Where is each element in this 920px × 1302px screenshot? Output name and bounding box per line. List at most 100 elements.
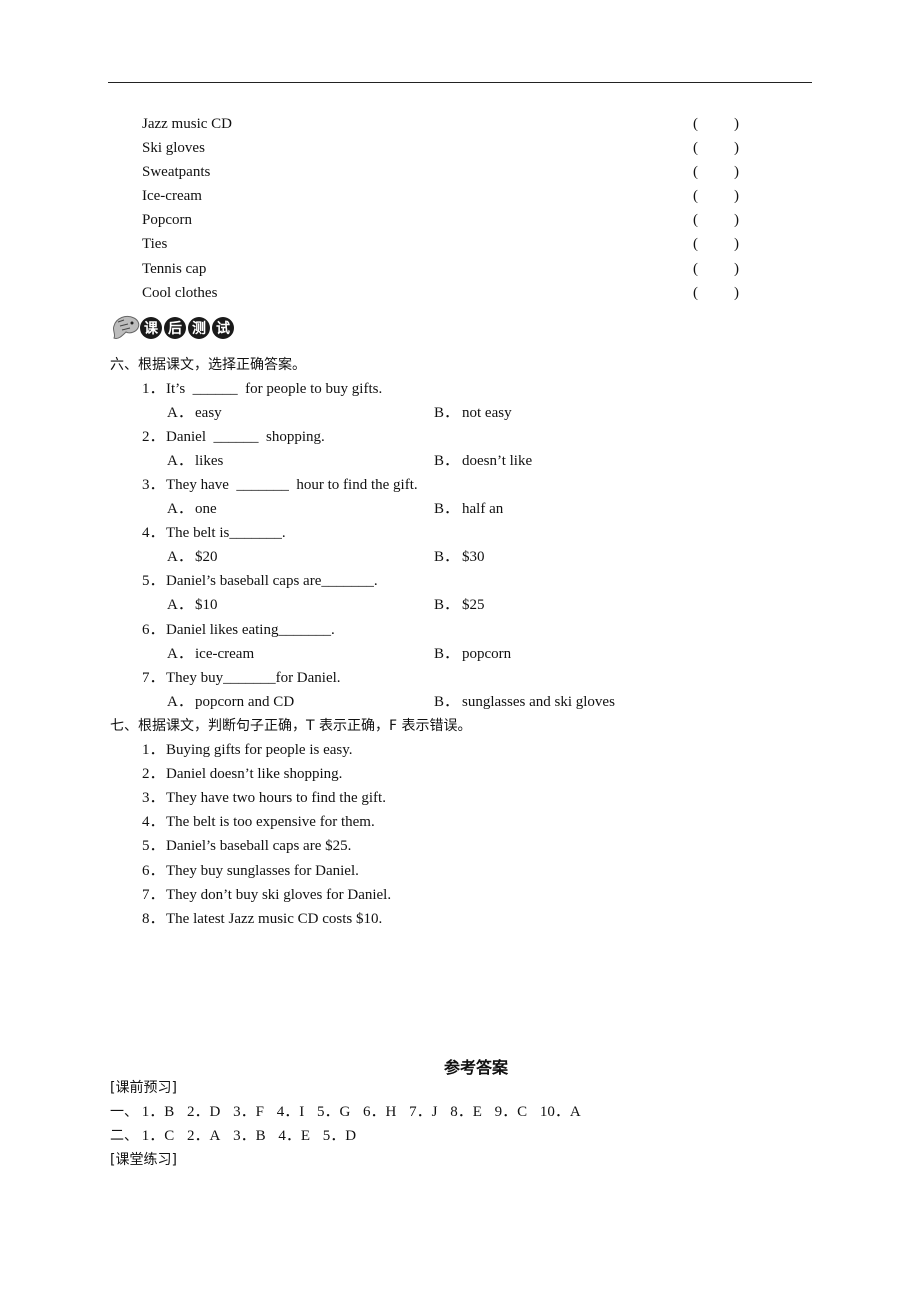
option-label: A． [167, 501, 193, 517]
option-text: popcorn and CD [195, 694, 295, 710]
statement: 8．The latest Jazz music CD costs $10. [142, 909, 382, 929]
close-paren: ) [734, 260, 739, 277]
row-prefix: 一、 [110, 1104, 138, 1120]
option-a[interactable]: A． $20 [167, 547, 218, 567]
option-b[interactable]: B． $30 [434, 547, 485, 567]
option-a[interactable]: A． popcorn and CD [167, 692, 294, 712]
open-paren: ( [693, 212, 698, 229]
option-a[interactable]: A． $10 [167, 595, 218, 615]
option-label: A． [167, 453, 193, 469]
answer-blank[interactable]: () [693, 210, 739, 230]
question-text: Daniel likes eating_______. [166, 622, 335, 638]
option-text: popcorn [462, 646, 512, 662]
option-label: B． [434, 646, 460, 662]
close-paren: ) [734, 236, 739, 253]
option-a[interactable]: A． ice-cream [167, 644, 254, 664]
answer-pair: 10．A [539, 1104, 581, 1120]
option-text: sunglasses and ski gloves [462, 694, 615, 710]
option-b[interactable]: B． not easy [434, 403, 512, 423]
answer-blank[interactable]: () [693, 283, 739, 303]
option-label: B． [434, 405, 460, 421]
option-b[interactable]: B． doesn’t like [434, 451, 532, 471]
item-row: Sweatpants () [142, 162, 742, 186]
close-paren: ) [734, 212, 739, 229]
answer-pair: 6．H [363, 1104, 397, 1120]
open-paren: ( [693, 236, 698, 253]
answer-pair: 4．I [276, 1104, 305, 1120]
question-text: It’s ______ for people to buy gifts. [166, 381, 383, 397]
question-text: They buy_______for Daniel. [166, 670, 341, 686]
answer-pair: 3．B [233, 1128, 266, 1144]
question-text: The belt is_______. [166, 525, 286, 541]
option-a[interactable]: A． likes [167, 451, 223, 471]
close-paren: ) [734, 116, 739, 132]
option-text: likes [195, 453, 224, 469]
statement: 1．Buying gifts for people is easy. [142, 740, 353, 760]
item-name: Cool clothes [142, 284, 218, 301]
statement-text: Daniel’s baseball caps are $25. [166, 838, 352, 854]
item-name: Popcorn [142, 212, 192, 229]
option-b[interactable]: B． sunglasses and ski gloves [434, 692, 615, 712]
open-paren: ( [693, 116, 698, 132]
open-paren: ( [693, 164, 698, 181]
section-7-heading: 七、根据课文，判断句子正确，T 表示正确，F 表示错误。 [110, 718, 472, 734]
statement: 4．The belt is too expensive for them. [142, 812, 375, 832]
answer-blank[interactable]: () [693, 234, 739, 254]
option-text: easy [195, 405, 222, 421]
statement-number: 3． [142, 790, 165, 806]
option-b[interactable]: B． half an [434, 499, 503, 519]
statement: 6．They buy sunglasses for Daniel. [142, 861, 359, 881]
statement-text: Daniel doesn’t like shopping. [166, 766, 343, 782]
question: 7．They buy_______for Daniel. [142, 668, 341, 688]
option-label: A． [167, 694, 193, 710]
option-text: $10 [195, 597, 218, 613]
answer-row-1: 一、 1．B 2．D 3．F 4．I 5．G 6．H 7．J 8．E 9．C 1… [110, 1102, 590, 1122]
option-label: B． [434, 694, 460, 710]
item-row: Tennis cap () [142, 259, 742, 283]
statement-text: They buy sunglasses for Daniel. [166, 863, 359, 879]
answer-blank[interactable]: () [693, 186, 739, 206]
item-name: Ski gloves [142, 140, 205, 157]
item-row: Jazz music CD () [142, 114, 742, 138]
question-text: They have _______ hour to find the gift. [166, 477, 418, 493]
answer-blank[interactable]: () [693, 138, 739, 158]
answer-pair: 2．A [187, 1128, 221, 1144]
statement: 3．They have two hours to find the gift. [142, 788, 386, 808]
question-text: Daniel ______ shopping. [166, 429, 325, 445]
question: 2．Daniel ______ shopping. [142, 427, 325, 447]
question-number: 4． [142, 525, 165, 541]
answer-blank[interactable]: () [693, 259, 739, 279]
option-a[interactable]: A． one [167, 499, 217, 519]
banner-char: 后 [164, 317, 186, 339]
question-number: 1． [142, 381, 165, 397]
banner-title: 课 后 测 试 [140, 317, 234, 339]
item-row: Ties () [142, 234, 742, 258]
question-number: 3． [142, 477, 165, 493]
statement-text: They have two hours to find the gift. [166, 790, 386, 806]
option-b[interactable]: B． $25 [434, 595, 485, 615]
banner-char: 课 [140, 317, 162, 339]
mascot-icon [112, 315, 140, 339]
answer-pair: 8．E [450, 1104, 482, 1120]
answer-pair: 4．E [278, 1128, 311, 1144]
option-a[interactable]: A． easy [167, 403, 222, 423]
banner-char: 测 [188, 317, 210, 339]
answer-blank[interactable]: () [693, 162, 739, 182]
item-name: Ice-cream [142, 188, 202, 205]
open-paren: ( [693, 260, 698, 277]
answer-blank[interactable]: () [693, 114, 739, 134]
statement: 7．They don’t buy ski gloves for Daniel. [142, 885, 391, 905]
option-label: B． [434, 597, 460, 613]
item-row: Ski gloves () [142, 138, 742, 162]
statement-text: Buying gifts for people is easy. [166, 742, 353, 758]
open-paren: ( [693, 188, 698, 205]
option-b[interactable]: B． popcorn [434, 644, 511, 664]
answer-row-2: 二、 1．C 2．A 3．B 4．E 5．D [110, 1126, 365, 1146]
statement-number: 8． [142, 911, 165, 927]
statement-number: 6． [142, 863, 165, 879]
option-text: $25 [462, 597, 485, 613]
close-paren: ) [734, 284, 739, 301]
close-paren: ) [734, 140, 739, 157]
option-label: B． [434, 453, 460, 469]
item-name: Tennis cap [142, 260, 207, 277]
